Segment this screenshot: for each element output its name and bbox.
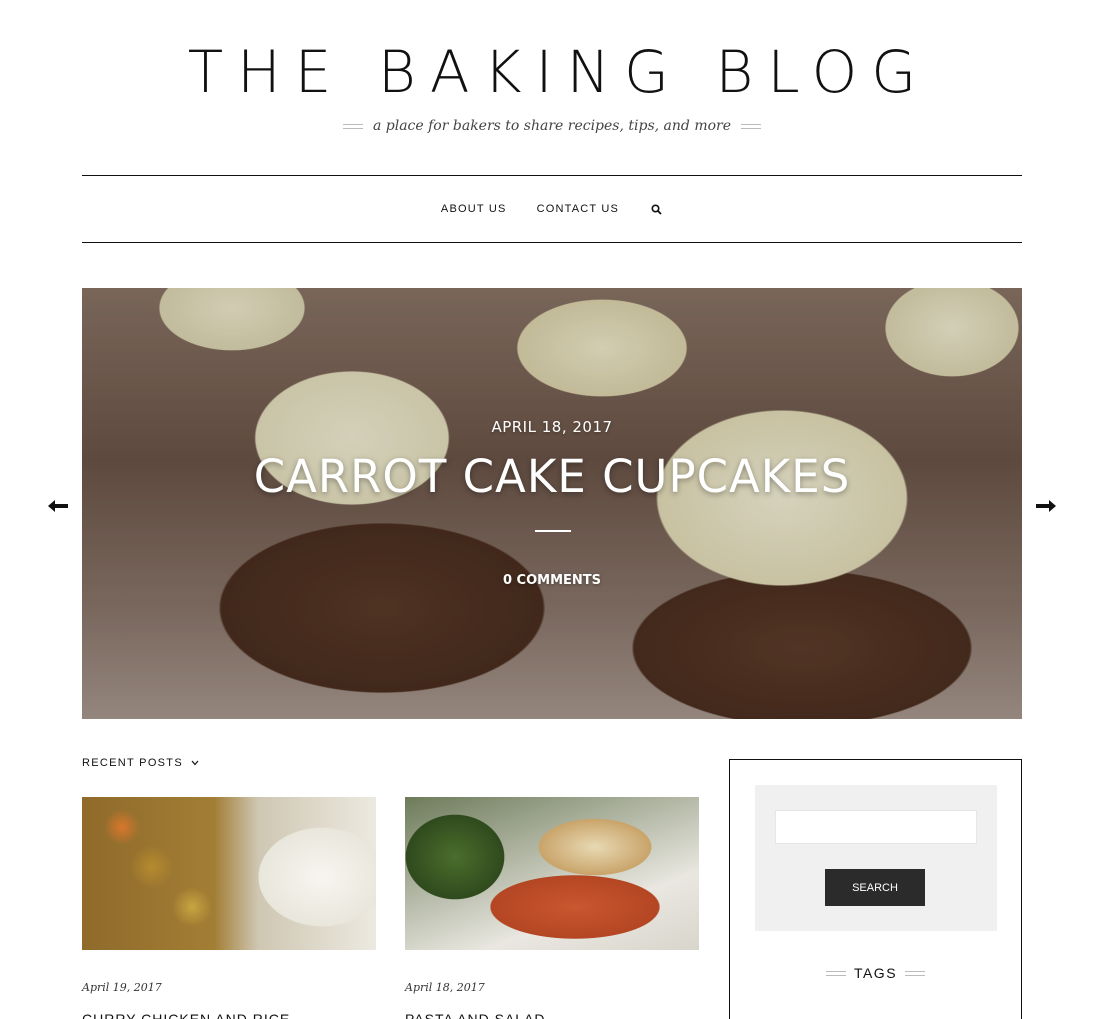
search-widget: SEARCH — [755, 785, 997, 931]
post-title-link[interactable]: PASTA AND SALAD — [405, 1011, 699, 1019]
post-thumbnail[interactable] — [405, 797, 699, 950]
search-icon[interactable] — [649, 202, 663, 216]
tagline-divider-right — [741, 123, 762, 129]
tags-heading: TAGS — [730, 965, 1021, 981]
tags-divider-left — [825, 970, 846, 976]
tagline-divider-left — [342, 123, 363, 129]
slider-prev-arrow-icon[interactable] — [48, 496, 68, 516]
post-title-link[interactable]: CURRY CHICKEN AND RICE — [82, 1011, 376, 1019]
nav-about-us[interactable]: ABOUT US — [441, 203, 507, 215]
main-navigation: ABOUT US CONTACT US — [82, 175, 1022, 243]
site-title[interactable]: THE BAKING BLOG — [0, 40, 1104, 104]
hero-image-overlay — [82, 288, 1022, 719]
featured-post-date: APRIL 18, 2017 — [491, 418, 613, 436]
tagline-row: a place for bakers to share recipes, tip… — [0, 114, 1104, 138]
sidebar-search-button[interactable]: SEARCH — [825, 869, 925, 906]
post-thumbnail[interactable] — [82, 797, 376, 950]
post-date: April 18, 2017 — [405, 981, 485, 994]
sidebar: SEARCH TAGS — [729, 759, 1022, 1019]
featured-post-divider — [535, 530, 571, 532]
chevron-down-icon — [191, 760, 199, 766]
tags-title: TAGS — [853, 965, 898, 981]
nav-contact-us[interactable]: CONTACT US — [537, 203, 620, 215]
recent-posts-heading[interactable]: RECENT POSTS — [82, 757, 199, 769]
recent-posts-label: RECENT POSTS — [82, 757, 183, 769]
site-tagline: a place for bakers to share recipes, tip… — [372, 118, 732, 134]
tags-divider-right — [905, 970, 926, 976]
post-card: April 19, 2017 CURRY CHICKEN AND RICE — [82, 797, 376, 1019]
post-date: April 19, 2017 — [82, 981, 162, 994]
post-card: April 18, 2017 PASTA AND SALAD — [405, 797, 699, 1019]
sidebar-search-input[interactable] — [775, 810, 977, 844]
featured-post-comments-link[interactable]: 0 COMMENTS — [82, 573, 1022, 588]
slider-next-arrow-icon[interactable] — [1036, 496, 1056, 516]
featured-post-title[interactable]: CARROT CAKE CUPCAKES — [82, 450, 1022, 503]
featured-post-slide[interactable]: APRIL 18, 2017 CARROT CAKE CUPCAKES 0 CO… — [82, 288, 1022, 719]
